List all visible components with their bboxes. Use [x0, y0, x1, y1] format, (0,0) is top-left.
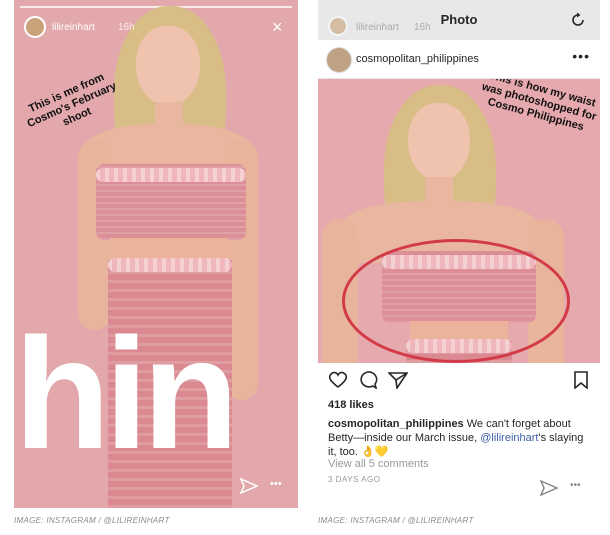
post-panel: lilireinhart 16h Photo cosmopolitan_phil…	[318, 0, 600, 508]
image-credit-right: IMAGE: INSTAGRAM / @LILIREINHART	[318, 516, 474, 525]
likes-count[interactable]: 418 likes	[328, 399, 374, 411]
more-options-icon[interactable]: •••	[270, 478, 282, 490]
comment-icon[interactable]	[358, 371, 378, 394]
post-timestamp: 3 DAYS AGO	[328, 475, 381, 484]
caption-mention[interactable]: @lilireinhart	[480, 432, 538, 444]
story-username[interactable]: lilireinhart	[52, 22, 95, 33]
send-icon[interactable]	[239, 477, 259, 499]
post-avatar[interactable]	[326, 47, 352, 73]
story-avatar[interactable]	[24, 16, 46, 38]
bookmark-icon[interactable]	[574, 371, 588, 394]
top-bar: lilireinhart 16h Photo	[318, 0, 600, 40]
person-face	[136, 26, 200, 106]
image-credit-left: IMAGE: INSTAGRAM / @LILIREINHART	[14, 516, 170, 525]
close-icon[interactable]: ×	[272, 18, 283, 36]
magazine-overlay-text: hin	[14, 306, 239, 482]
person-face	[408, 103, 470, 181]
page-title: Photo	[440, 12, 478, 27]
view-comments-link[interactable]: View all 5 comments	[328, 458, 429, 470]
highlight-circle	[342, 239, 570, 363]
post-header: cosmopolitan_philippines •••	[318, 40, 600, 79]
post-photo: This is how my waist was photoshopped fo…	[318, 79, 600, 363]
post-username[interactable]: cosmopolitan_philippines	[356, 53, 479, 65]
story-panel: lilireinhart 16h × This is me from Cosmo…	[14, 0, 298, 508]
send-icon[interactable]	[539, 479, 559, 501]
post-footer: 418 likes cosmopolitan_philippines We ca…	[318, 363, 600, 508]
caption-username[interactable]: cosmopolitan_philippines	[328, 418, 464, 430]
story-timestamp: 16h	[118, 22, 135, 33]
refresh-icon[interactable]	[570, 12, 586, 33]
crop-top-ruffle	[96, 168, 246, 182]
more-options-icon[interactable]: •••	[570, 480, 581, 491]
skirt-ruffle	[108, 258, 232, 272]
heart-icon[interactable]	[328, 371, 348, 394]
post-caption: cosmopolitan_philippines We can't forget…	[328, 417, 590, 459]
share-icon[interactable]	[387, 371, 409, 394]
more-options-icon[interactable]: •••	[572, 48, 590, 64]
photo-caption: This is how my waist was photoshopped fo…	[480, 79, 598, 134]
